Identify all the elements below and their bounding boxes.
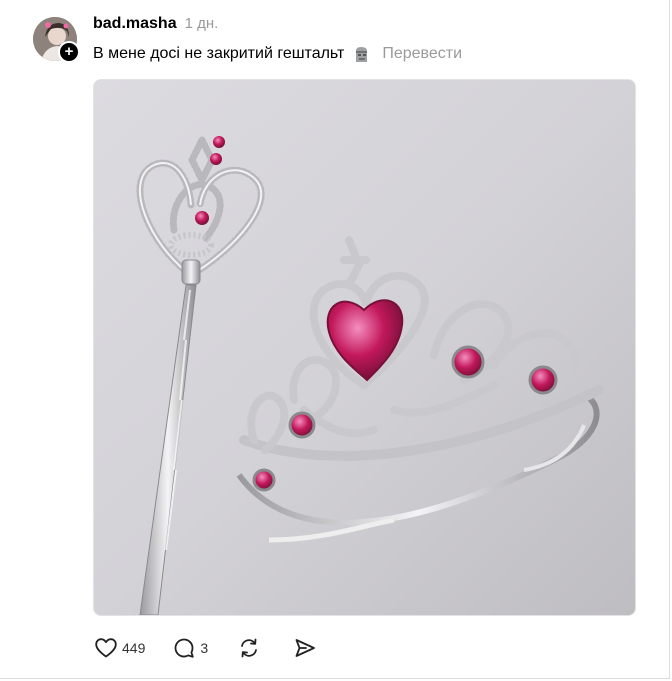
translate-link[interactable]: Перевести: [382, 45, 462, 63]
repost-button[interactable]: [236, 634, 262, 662]
reply-button[interactable]: 3: [171, 634, 210, 662]
like-button[interactable]: 449: [93, 634, 147, 662]
send-icon: [295, 639, 316, 657]
tiara-wand-image: [94, 80, 635, 615]
heart-icon: [95, 638, 117, 658]
post-caption: В мене досі не закритий гештальт Перевес…: [93, 45, 462, 63]
comment-icon: [175, 638, 195, 658]
share-button[interactable]: [292, 634, 318, 662]
moai-icon: [352, 45, 370, 63]
follow-plus-icon[interactable]: +: [58, 41, 80, 63]
post-card: + bad.masha 1 дн. В мене досі не закрити…: [0, 0, 670, 679]
reply-count: 3: [200, 640, 209, 656]
repost-icon: [241, 638, 258, 658]
post-image[interactable]: [93, 79, 636, 616]
timestamp[interactable]: 1 дн.: [185, 15, 219, 32]
caption-text: В мене досі не закритий гештальт: [93, 45, 345, 62]
post-actions: 449 3: [93, 634, 318, 662]
post-header: bad.masha 1 дн.: [93, 15, 218, 37]
like-count: 449: [122, 640, 146, 656]
avatar-container[interactable]: +: [33, 17, 80, 63]
username[interactable]: bad.masha: [93, 15, 177, 33]
